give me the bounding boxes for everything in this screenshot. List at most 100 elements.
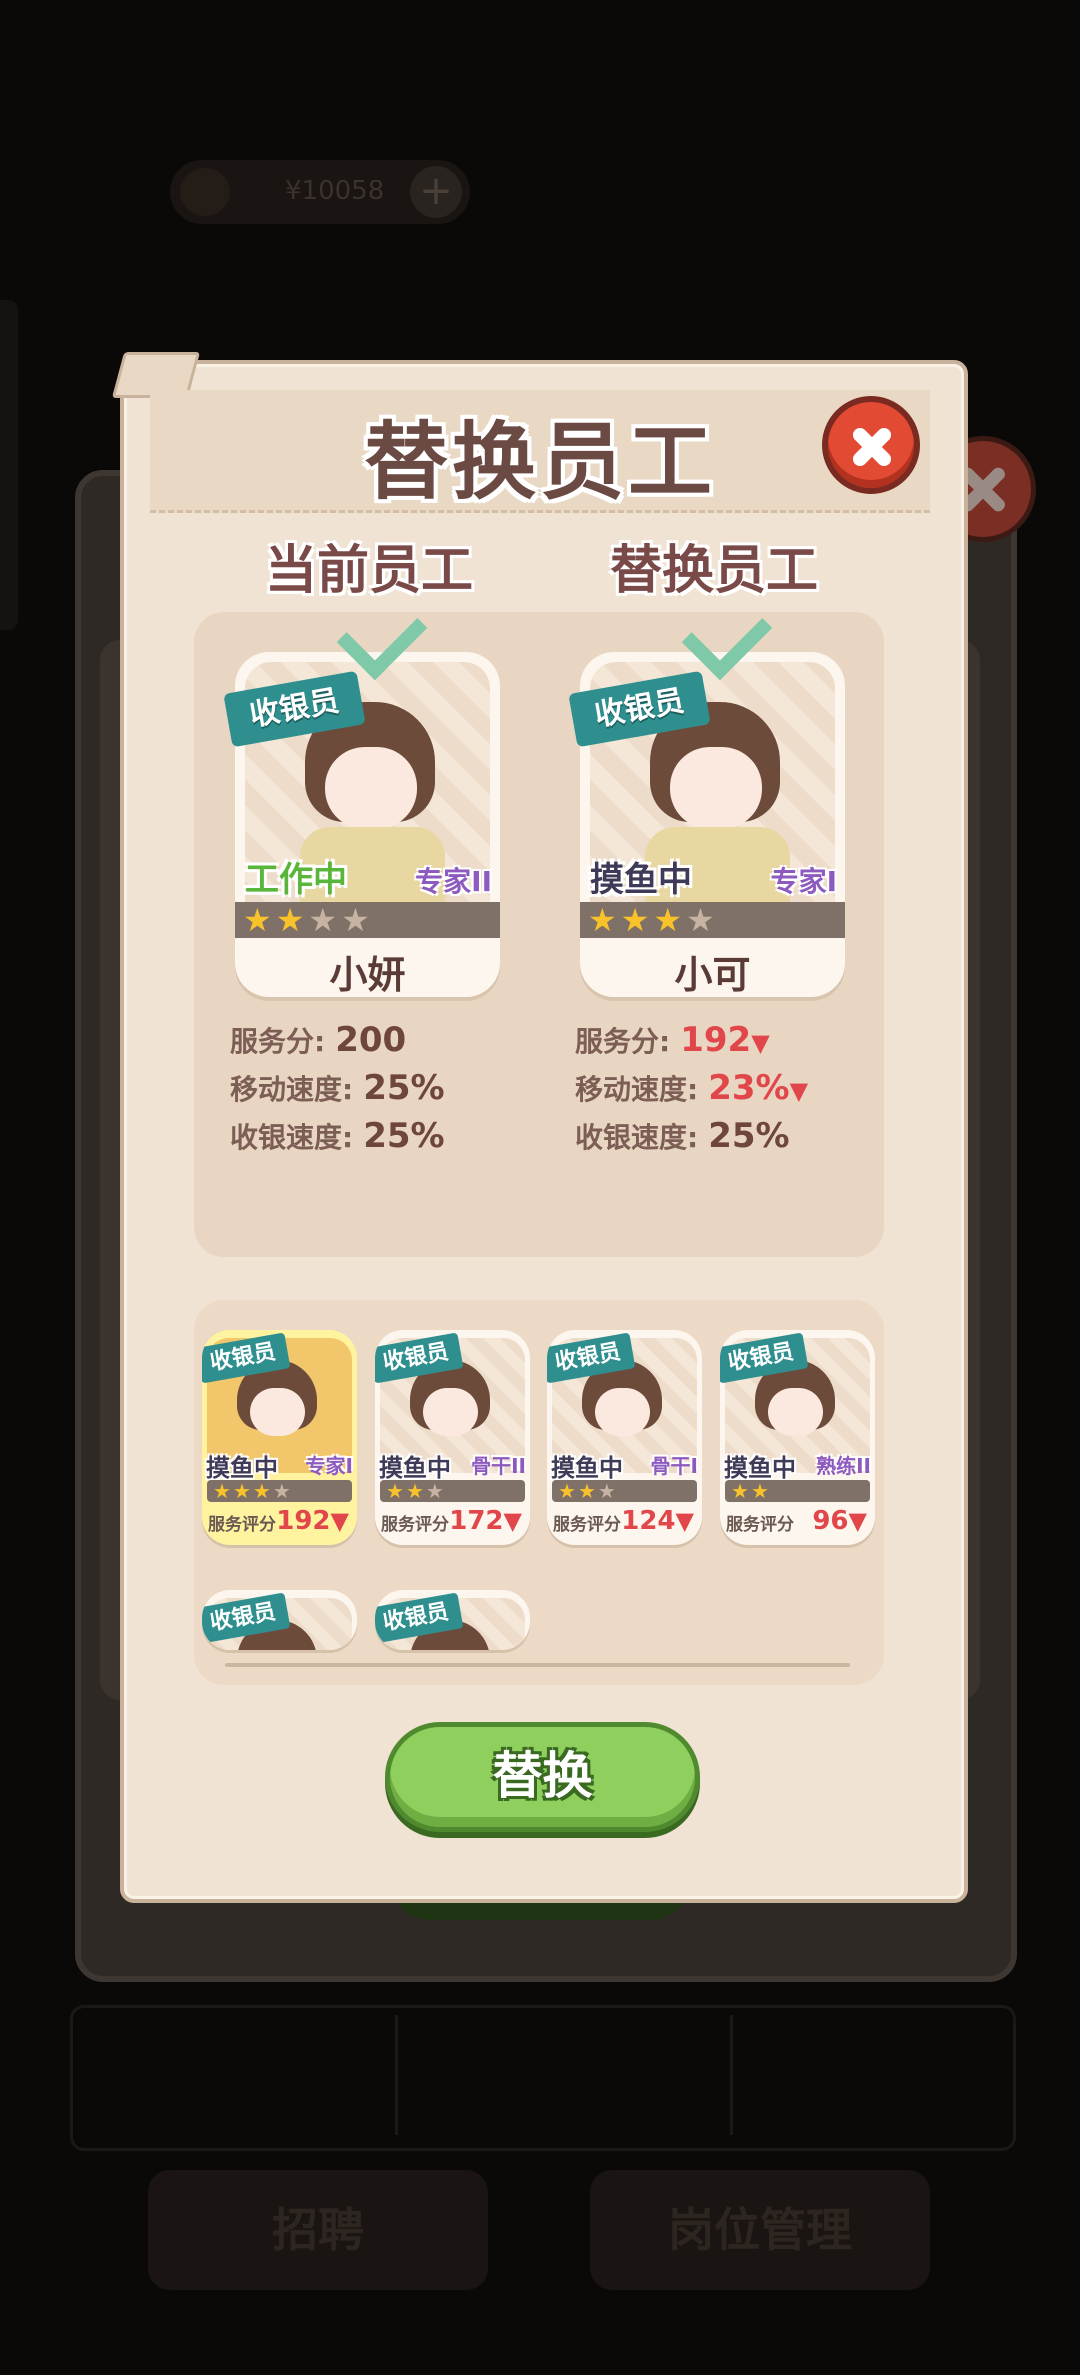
stat-value: 25% [363,1116,445,1156]
score-number: 96 [812,1506,849,1536]
face [250,1388,305,1436]
stat-value: 25% [363,1068,445,1108]
rank-label: 熟练II [816,1454,871,1478]
stat-label: 服务分: [230,1025,326,1058]
score-label: 服务评分 [726,1515,794,1535]
star-icon: ★ [620,901,650,939]
staff-name: 小可 [674,953,751,997]
status-label: 摸鱼中 [590,860,692,900]
status-label: 摸鱼中 [551,1454,623,1482]
face [768,1388,823,1436]
down-arrow-icon: ▼ [330,1507,349,1535]
rank-label: 专家I [770,865,837,898]
status-label: 工作中 [245,860,347,900]
star-icon: ★ [577,1479,596,1503]
add-coin-icon: + [410,166,462,218]
score-value: 192▼ [276,1506,349,1536]
close-button[interactable] [822,396,920,494]
status-label: 摸鱼中 [206,1454,278,1482]
star-rating: ★ ★ ★ ★ [235,902,500,938]
stat-service-score: 服务分: 200 [230,1020,406,1060]
coin-amount: ¥10058 [285,176,385,206]
face [670,747,762,829]
tab-divider [730,2015,733,2135]
down-arrow-icon: ▼ [675,1507,694,1535]
star-icon: ★ [275,901,305,939]
face [423,1388,478,1436]
star-icon: ★ [750,1479,769,1503]
star-rating: ★ ★ ★ [380,1480,525,1502]
rank-label: 专家I [305,1454,353,1478]
replacement-staff-card: 收银员 摸鱼中 专家I ★ ★ ★ ★ 小可 [568,652,845,997]
star-icon: ★ [558,1479,576,1503]
score-label: 服务评分 [208,1515,276,1535]
stat-label: 移动速度: [575,1073,699,1106]
star-rating: ★ ★ ★ [552,1480,697,1502]
position-manage-button: 岗位管理 [590,2170,930,2290]
star-empty-icon: ★ [308,901,338,939]
candidate-card[interactable]: 收银员 [202,1590,357,1650]
rank-label: 专家II [415,865,492,898]
candidate-card[interactable]: 收银员 摸鱼中 骨干I ★ ★ ★ 服务评分 124▼ [547,1330,702,1545]
star-icon: ★ [252,1479,271,1503]
stat-value: 192 [680,1020,752,1060]
stat-value: 25% [708,1116,790,1156]
star-empty-icon: ★ [341,901,370,939]
score-label: 服务评分 [381,1515,449,1535]
star-empty-icon: ★ [597,1479,616,1503]
stat-cashier-speed: 收银速度: 25% [230,1116,445,1156]
star-rating: ★ ★ [725,1480,870,1502]
status-label: 摸鱼中 [379,1454,451,1482]
tab-divider [395,2015,398,2135]
star-icon: ★ [731,1479,749,1503]
star-icon: ★ [653,901,683,939]
replacement-staff-heading: 替换员工 [610,541,819,601]
stat-cashier-speed: 收银速度: 25% [575,1116,790,1156]
candidate-card[interactable]: 收银员 [375,1590,530,1650]
star-icon: ★ [405,1479,424,1503]
face [325,747,417,829]
down-arrow-icon: ▼ [503,1507,522,1535]
stat-label: 收银速度: [575,1121,699,1154]
recruit-button: 招聘 [148,2170,488,2290]
stat-label: 收银速度: [230,1121,354,1154]
replace-button[interactable]: 替换 [385,1722,700,1832]
staff-name: 小妍 [329,953,406,997]
current-staff-heading: 当前员工 [265,541,474,601]
stat-value: 200 [335,1020,407,1060]
down-arrow-icon: ▼ [789,1077,809,1105]
down-arrow-icon: ▼ [751,1029,770,1057]
star-empty-icon: ★ [686,901,715,939]
star-icon: ★ [386,1479,404,1503]
stat-value: 23% [708,1068,790,1108]
list-scrollbar[interactable] [225,1663,850,1667]
coin-icon [180,168,230,216]
background-tabs [70,2005,1016,2151]
star-empty-icon: ★ [272,1479,291,1503]
star-icon: ★ [588,901,617,939]
star-empty-icon: ★ [425,1479,444,1503]
stat-label: 移动速度: [230,1073,354,1106]
star-icon: ★ [232,1479,251,1503]
score-value: 172▼ [449,1506,522,1536]
candidate-card[interactable]: 收银员 摸鱼中 熟练II ★ ★ 服务评分 96▼ [720,1330,875,1545]
score-number: 192 [276,1506,331,1536]
stat-move-speed: 移动速度: 23%▼ [575,1068,808,1108]
candidate-card[interactable]: 收银员 摸鱼中 骨干II ★ ★ ★ 服务评分 172▼ [375,1330,530,1545]
score-value: 96▼ [812,1506,867,1536]
rank-label: 骨干II [471,1454,526,1478]
stat-label: 服务分: [575,1025,671,1058]
star-icon: ★ [243,901,272,939]
down-arrow-icon: ▼ [848,1507,867,1535]
stat-service-score: 服务分: 192▼ [575,1020,770,1060]
stat-move-speed: 移动速度: 25% [230,1068,445,1108]
star-icon: ★ [213,1479,231,1503]
candidate-card[interactable]: 收银员 摸鱼中 专家I ★ ★ ★ ★ 服务评分 192▼ [202,1330,357,1545]
star-rating: ★ ★ ★ ★ [580,902,845,938]
rank-label: 骨干I [650,1454,698,1478]
score-value: 124▼ [621,1506,694,1536]
face [595,1388,650,1436]
score-label: 服务评分 [553,1515,621,1535]
star-rating: ★ ★ ★ ★ [207,1480,352,1502]
current-staff-card: 收银员 工作中 专家II ★ ★ ★ ★ 小妍 [223,652,500,997]
